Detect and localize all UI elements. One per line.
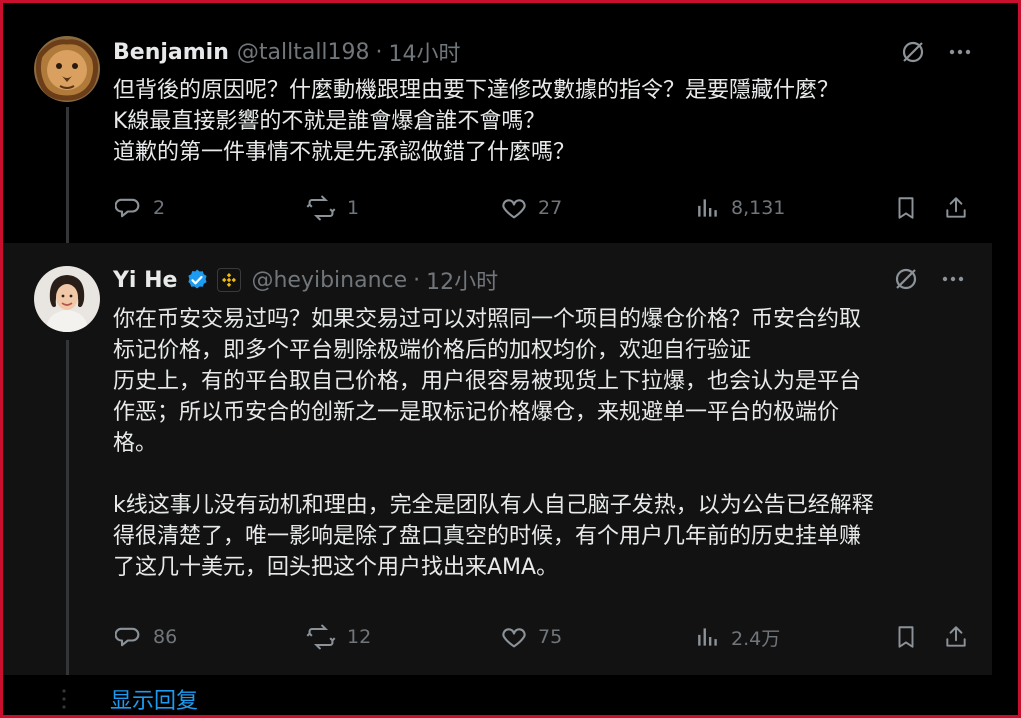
heart-icon xyxy=(502,199,526,219)
views-count: 8,131 xyxy=(731,197,786,219)
timeline: Benjamin @talltall198 · 14小时 但背後的原因呢？什麼動… xyxy=(3,3,996,715)
repost-icon xyxy=(306,624,336,650)
tweet-line: K線最直接影響的不就是誰會爆倉誰不會嗎？ xyxy=(113,109,546,134)
reply-button[interactable]: 86 xyxy=(115,623,177,651)
bookmark-button[interactable] xyxy=(893,194,929,222)
tweet-line: 标记价格，即多个平台剔除极端价格后的加权均价，欢迎自行验证 xyxy=(113,338,752,363)
views-count: 2.4万 xyxy=(731,627,781,650)
reply-icon xyxy=(115,627,140,647)
tweet-line: 了这几十美元，回头把这个用户找出来AMA。 xyxy=(113,555,559,580)
verified-badge-icon xyxy=(188,269,208,289)
author-name[interactable]: Yi He xyxy=(113,268,177,293)
show-replies-link[interactable]: 显示回复 xyxy=(110,683,198,715)
bookmark-icon xyxy=(898,197,914,219)
reply-count: 86 xyxy=(153,626,178,648)
tweet-line: 道歉的第一件事情不就是先承認做錯了什麼嗎？ xyxy=(113,140,576,165)
thread-line xyxy=(66,340,69,675)
repost-icon xyxy=(306,195,336,221)
tweet-text: 你在币安交易过吗？如果交易过可以对照同一个项目的爆仓价格？币安合约取 标记价格，… xyxy=(113,304,981,583)
separator-dot: · xyxy=(375,39,383,65)
bookmark-icon xyxy=(898,626,914,648)
author-handle[interactable]: @heyibinance xyxy=(251,268,407,293)
woman-portrait-avatar-icon[interactable] xyxy=(34,266,100,332)
more-replies-dots-icon xyxy=(62,689,66,709)
views-button[interactable]: 8,131 xyxy=(695,194,785,222)
reply-count: 2 xyxy=(153,197,166,219)
tweet-line: 作恶；所以币安合的创新之一是取标记价格爆仓，来规避单一平台的极端价 xyxy=(113,400,840,425)
heart-icon xyxy=(502,628,526,648)
bookmark-button[interactable] xyxy=(893,623,929,651)
share-button[interactable] xyxy=(943,623,979,651)
reply-button[interactable]: 2 xyxy=(115,194,165,222)
like-button[interactable]: 75 xyxy=(500,623,562,651)
more-options-icon[interactable] xyxy=(948,40,972,64)
tweet-benjamin[interactable]: Benjamin @talltall198 · 14小时 但背後的原因呢？什麼動… xyxy=(3,3,996,243)
tweet-line: 历史上，有的平台取自己价格，用户很容易被现货上下拉爆，也会认为是平台 xyxy=(113,369,862,394)
separator-dot: · xyxy=(413,267,421,293)
repost-button[interactable]: 12 xyxy=(305,623,371,651)
tweet-header: Yi He @heyibinance · 12小时 xyxy=(113,264,498,296)
like-count: 75 xyxy=(538,626,563,648)
share-icon xyxy=(946,626,966,647)
more-options-icon[interactable] xyxy=(941,267,965,291)
author-name[interactable]: Benjamin xyxy=(113,40,229,65)
grok-icon[interactable] xyxy=(900,39,926,65)
views-icon xyxy=(698,628,717,646)
timestamp[interactable]: 12小时 xyxy=(426,264,498,296)
like-count: 27 xyxy=(538,197,563,219)
share-icon xyxy=(946,197,966,218)
reply-icon xyxy=(115,198,140,218)
tweet-line: 格。 xyxy=(113,431,158,456)
tweet-line: 你在币安交易过吗？如果交易过可以对照同一个项目的爆仓价格？币安合约取 xyxy=(113,307,862,332)
share-button[interactable] xyxy=(943,194,979,222)
tweet-line: 但背後的原因呢？什麼動機跟理由要下達修改數據的指令？是要隱藏什麼？ xyxy=(113,78,840,103)
tweet-action-bar: 86 12 75 2.4万 xyxy=(115,623,973,655)
repost-button[interactable]: 1 xyxy=(305,194,359,222)
tweet-text: 但背後的原因呢？什麼動機跟理由要下達修改數據的指令？是要隱藏什麼？ K線最直接影… xyxy=(113,75,981,168)
author-handle[interactable]: @talltall198 xyxy=(237,40,370,65)
thread-line xyxy=(66,107,69,243)
tweet-action-bar: 2 1 27 8,131 xyxy=(115,194,973,226)
tweet-top-actions xyxy=(900,39,972,65)
tweet-top-actions xyxy=(893,266,965,292)
views-button[interactable]: 2.4万 xyxy=(695,623,780,651)
tweet-line: 得很清楚了，唯一影响是除了盘口真空的时候，有个用户几年前的历史挂单赚 xyxy=(113,524,862,549)
binance-affiliate-icon[interactable] xyxy=(217,268,242,292)
timestamp[interactable]: 14小时 xyxy=(389,36,461,68)
paragraph-break xyxy=(113,459,981,490)
grok-icon[interactable] xyxy=(893,266,919,292)
scrollbar-track[interactable] xyxy=(992,3,1018,715)
tweet-header: Benjamin @talltall198 · 14小时 xyxy=(113,36,461,68)
like-button[interactable]: 27 xyxy=(500,194,562,222)
tweet-line: k线这事儿没有动机和理由，完全是团队有人自己脑子发热，以为公告已经解释 xyxy=(113,493,874,518)
tweet-yihe[interactable]: Yi He @heyibinance · 12小时 你在币安交易过吗？如果交易过… xyxy=(3,243,996,675)
views-icon xyxy=(698,199,717,217)
repost-count: 12 xyxy=(347,626,372,648)
lion-avatar-icon[interactable] xyxy=(34,36,100,102)
repost-count: 1 xyxy=(347,197,360,219)
